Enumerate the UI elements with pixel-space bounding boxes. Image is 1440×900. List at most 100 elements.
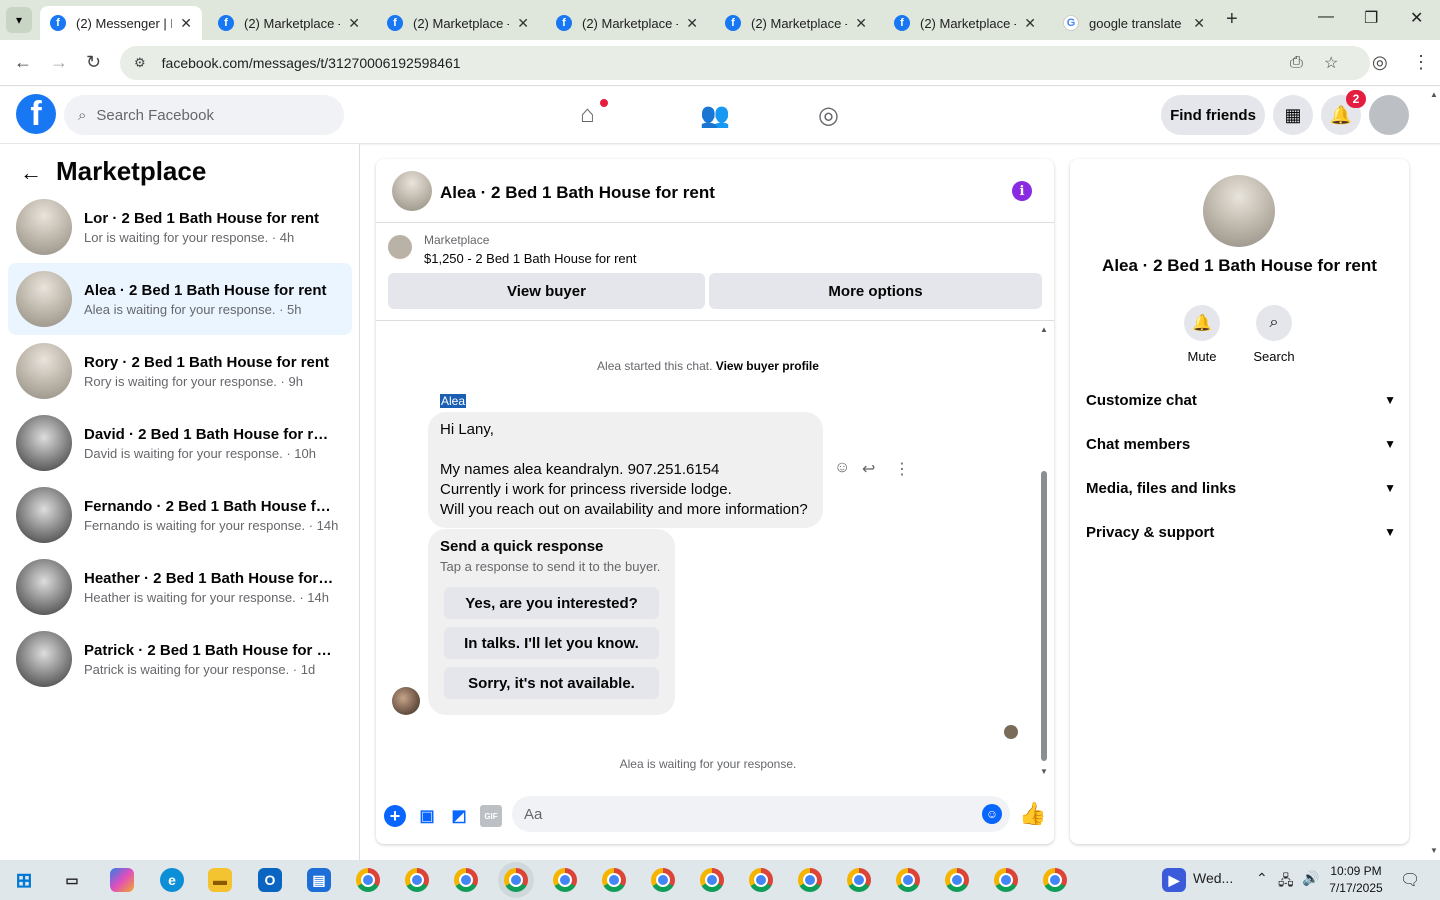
- back-arrow-icon[interactable]: ←: [14, 52, 32, 73]
- chat-title[interactable]: Alea · 2 Bed 1 Bath House for rent: [440, 183, 715, 203]
- reply-icon[interactable]: ↩: [862, 459, 875, 479]
- close-icon[interactable]: ✕: [1193, 15, 1205, 32]
- minimize-icon[interactable]: —: [1318, 8, 1334, 26]
- plus-icon[interactable]: +: [384, 805, 406, 827]
- chrome-icon[interactable]: [1043, 868, 1067, 892]
- volume-icon[interactable]: 🔊: [1302, 870, 1319, 887]
- quick-response-button[interactable]: Yes, are you interested?: [444, 587, 659, 619]
- section-chat-members[interactable]: Chat members ▼: [1086, 422, 1396, 466]
- friends-icon[interactable]: 👥: [700, 101, 730, 130]
- section-privacy-support[interactable]: Privacy & support ▼: [1086, 510, 1396, 554]
- close-icon[interactable]: ✕: [686, 15, 698, 32]
- scroll-up-arrow[interactable]: ▲: [1040, 325, 1048, 334]
- chrome-icon[interactable]: [700, 868, 724, 892]
- chrome-icon[interactable]: [994, 868, 1018, 892]
- page-scrollbar[interactable]: ▲ ▼: [1428, 90, 1440, 860]
- chrome-icon[interactable]: [356, 868, 380, 892]
- outlook-icon[interactable]: O: [258, 868, 282, 892]
- find-friends-button[interactable]: Find friends: [1161, 95, 1265, 135]
- reload-icon[interactable]: ↻: [86, 52, 101, 73]
- account-avatar[interactable]: [1369, 95, 1409, 135]
- url-field[interactable]: ⚙ facebook.com/messages/t/31270006192598…: [120, 46, 1370, 80]
- conversation-item[interactable]: Lor · 2 Bed 1 Bath House for rent Lor is …: [8, 191, 352, 263]
- bookmark-star-icon[interactable]: ☆: [1324, 53, 1338, 73]
- conversation-item[interactable]: Heather · 2 Bed 1 Bath House for r... Hea…: [8, 551, 352, 623]
- back-arrow-icon[interactable]: ←: [20, 160, 42, 186]
- chrome-icon[interactable]: [945, 868, 969, 892]
- restore-icon[interactable]: ❐: [1364, 8, 1378, 28]
- info-icon[interactable]: i: [1012, 181, 1032, 201]
- conversation-item[interactable]: Rory · 2 Bed 1 Bath House for rent Rory i…: [8, 335, 352, 407]
- scroll-down-arrow[interactable]: ▼: [1040, 767, 1048, 776]
- copilot-icon[interactable]: [110, 868, 134, 892]
- quick-response-button[interactable]: Sorry, it's not available.: [444, 667, 659, 699]
- browser-tab[interactable]: f (2) Marketplace - 2 ✕: [208, 6, 370, 40]
- close-icon[interactable]: ✕: [517, 15, 529, 32]
- section-media-files-links[interactable]: Media, files and links ▼: [1086, 466, 1396, 510]
- message-input[interactable]: Aa: [512, 796, 1010, 832]
- listing-price-title[interactable]: $1,250 - 2 Bed 1 Bath House for rent: [424, 251, 636, 266]
- search-button[interactable]: ⌕ Search: [1244, 305, 1304, 364]
- browser-tab[interactable]: f (2) Marketplace - 2 ✕: [377, 6, 539, 40]
- chrome-icon[interactable]: [749, 868, 773, 892]
- more-actions-icon[interactable]: ⋮: [894, 459, 910, 479]
- buyer-avatar[interactable]: [392, 687, 420, 715]
- browser-tab[interactable]: f (2) Marketplace - 2 ✕: [884, 6, 1046, 40]
- browser-tab[interactable]: f (2) Marketplace - 2 ✕: [546, 6, 708, 40]
- chat-avatar[interactable]: [392, 171, 432, 211]
- home-icon[interactable]: ⌂: [580, 101, 595, 129]
- chrome-icon[interactable]: [405, 868, 429, 892]
- emoji-icon[interactable]: ☺: [982, 804, 1002, 824]
- groups-icon[interactable]: ◎: [818, 101, 839, 130]
- chrome-icon[interactable]: [798, 868, 822, 892]
- chat-scrollbar[interactable]: ▲ ▼: [1040, 325, 1048, 779]
- view-buyer-profile-link[interactable]: View buyer profile: [716, 359, 819, 373]
- network-icon[interactable]: 🖧: [1278, 870, 1294, 894]
- chrome-icon[interactable]: [896, 868, 920, 892]
- window-close-icon[interactable]: ✕: [1410, 8, 1423, 28]
- facebook-logo[interactable]: f: [16, 94, 56, 134]
- scrollbar-thumb[interactable]: [1041, 471, 1047, 761]
- task-view-icon[interactable]: ▭: [60, 868, 84, 892]
- scroll-down-arrow[interactable]: ▼: [1430, 846, 1438, 855]
- store-icon[interactable]: ▤: [307, 868, 331, 892]
- more-options-button[interactable]: More options: [709, 273, 1042, 309]
- close-icon[interactable]: ✕: [855, 15, 867, 32]
- message-bubble[interactable]: Hi Lany, My names alea keandralyn. 907.2…: [428, 412, 823, 528]
- conversation-item[interactable]: Alea · 2 Bed 1 Bath House for rent Alea i…: [8, 263, 352, 335]
- notification-center-icon[interactable]: 🗨: [1400, 870, 1420, 890]
- chrome-icon[interactable]: [553, 868, 577, 892]
- new-tab-button[interactable]: +: [1226, 8, 1238, 31]
- browser-tab[interactable]: f (2) Marketplace - 2 ✕: [715, 6, 877, 40]
- conversation-item[interactable]: Patrick · 2 Bed 1 Bath House for rent Pat…: [8, 623, 352, 695]
- chat-profile-photo[interactable]: [1203, 175, 1275, 247]
- section-customize-chat[interactable]: Customize chat ▼: [1086, 378, 1396, 422]
- browser-tab[interactable]: Ggoogle translate - ✕: [1053, 6, 1215, 40]
- forward-arrow-icon[interactable]: →: [50, 52, 68, 73]
- weather-text[interactable]: Wed...: [1193, 870, 1233, 886]
- thumbs-up-icon[interactable]: 👍: [1019, 801, 1046, 827]
- site-info-icon[interactable]: ⚙: [134, 55, 146, 71]
- quick-response-button[interactable]: In talks. I'll let you know.: [444, 627, 659, 659]
- menu-grid-icon[interactable]: ▦: [1273, 95, 1313, 135]
- browser-tab[interactable]: f (2) Messenger | Fa ✕: [40, 6, 202, 40]
- search-input[interactable]: ⌕ Search Facebook: [64, 95, 344, 135]
- sticker-icon[interactable]: ◩: [448, 805, 470, 827]
- react-emoji-icon[interactable]: ☺: [834, 459, 850, 477]
- conversation-item[interactable]: Fernando · 2 Bed 1 Bath House for ... Fer…: [8, 479, 352, 551]
- mute-button[interactable]: 🔔 Mute: [1172, 305, 1232, 364]
- file-explorer-icon[interactable]: ▬: [208, 868, 232, 892]
- view-buyer-button[interactable]: View buyer: [388, 273, 705, 309]
- edge-icon[interactable]: e: [160, 868, 184, 892]
- gif-icon[interactable]: GIF: [480, 805, 502, 827]
- close-icon[interactable]: ✕: [1024, 15, 1036, 32]
- chrome-icon[interactable]: [651, 868, 675, 892]
- weather-app-icon[interactable]: ▶: [1162, 868, 1186, 892]
- tab-search-button[interactable]: ▾: [6, 7, 32, 33]
- chrome-icon[interactable]: [454, 868, 478, 892]
- conversation-item[interactable]: David · 2 Bed 1 Bath House for rent David…: [8, 407, 352, 479]
- profile-icon[interactable]: ◎: [1372, 52, 1388, 73]
- windows-start-icon[interactable]: ⊞: [12, 868, 36, 892]
- chevron-up-icon[interactable]: ⌃: [1256, 870, 1268, 887]
- scroll-up-arrow[interactable]: ▲: [1430, 90, 1438, 99]
